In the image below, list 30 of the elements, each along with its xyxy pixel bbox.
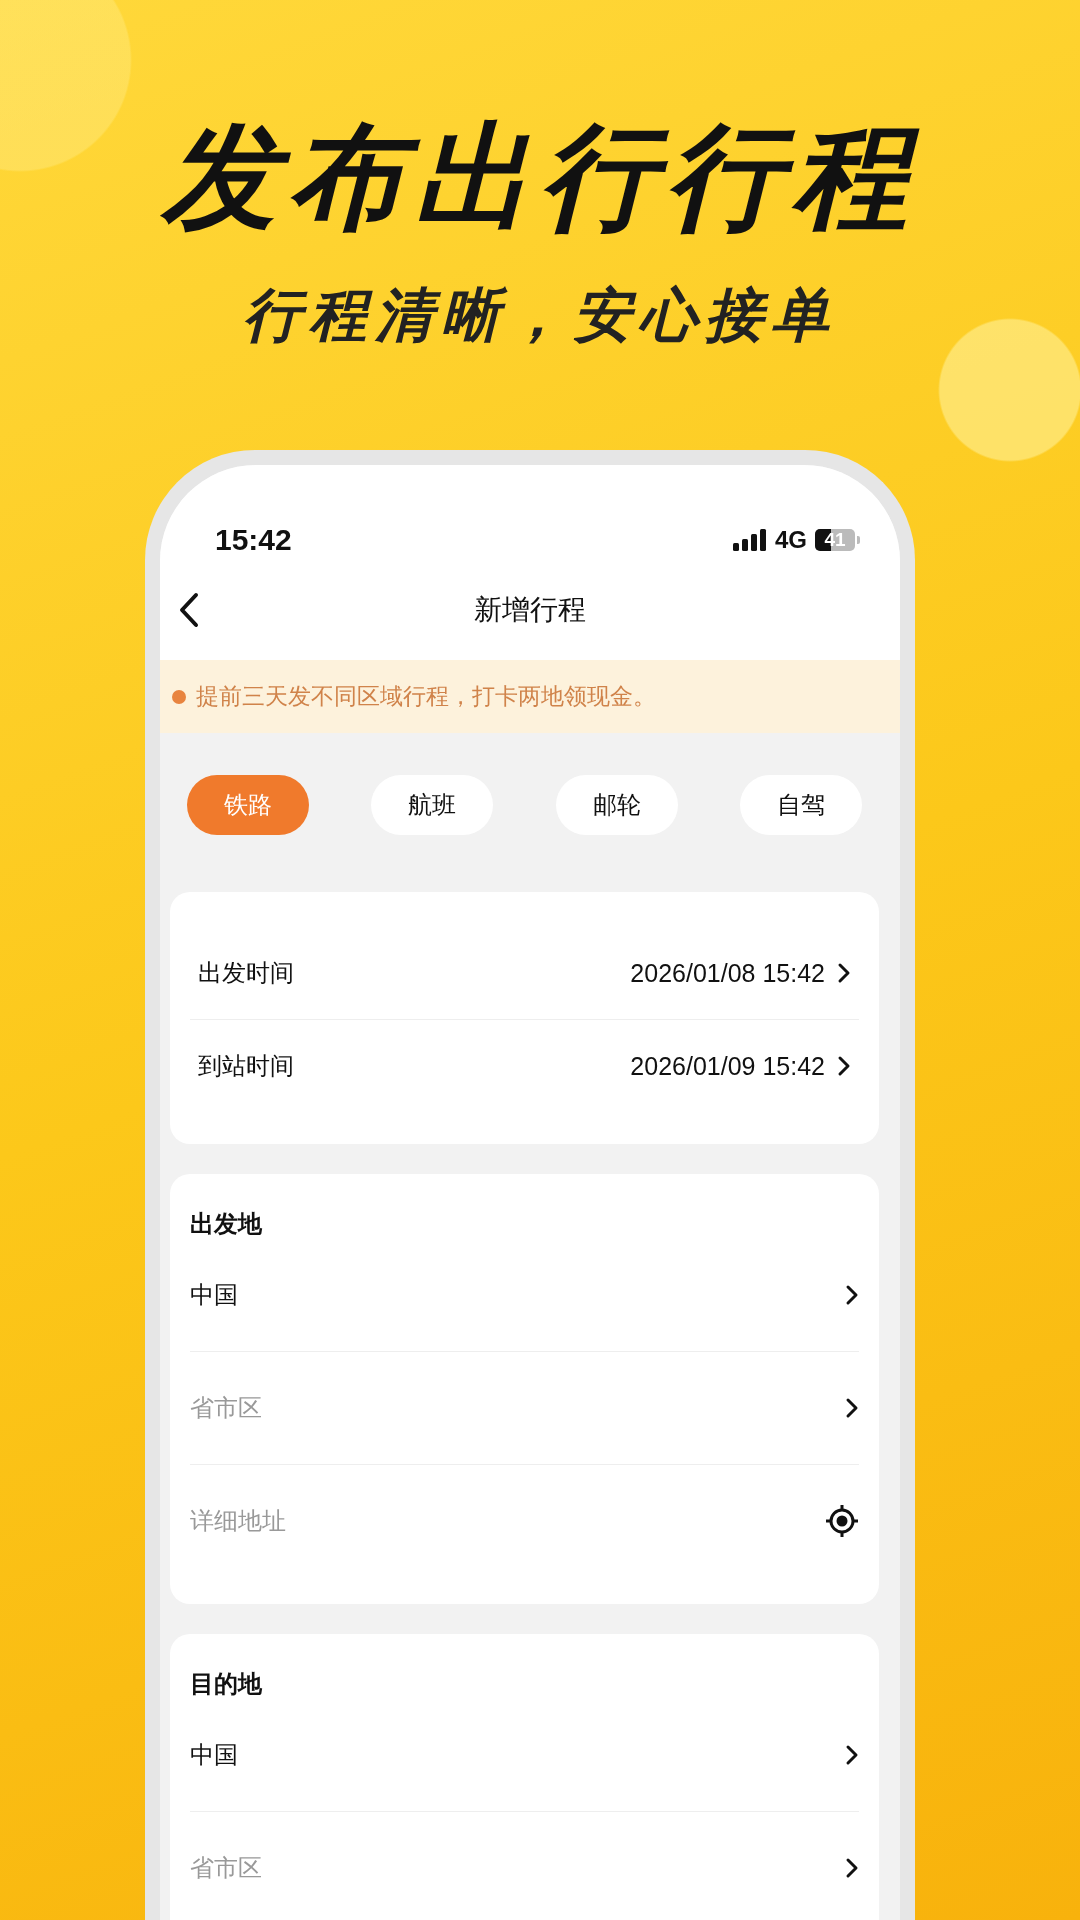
chevron-icon [845, 1857, 859, 1879]
time-value[interactable]: 2026/01/08 15:42 [630, 958, 825, 988]
transport-tab[interactable]: 邮轮 [555, 775, 678, 835]
transport-tab[interactable]: 航班 [371, 775, 494, 835]
notice-text: 提前三天发不同区域行程，打卡两地领现金。 [196, 682, 656, 711]
headline: 发布出行行程 [162, 118, 918, 236]
row-label: 出发时间 [198, 958, 294, 988]
page-title: 新增行程 [474, 593, 586, 627]
input-field[interactable]: 中国 [190, 1741, 490, 1769]
input-field[interactable]: 详细地址 [190, 1507, 490, 1535]
time-value[interactable]: 2026/01/09 15:42 [630, 1051, 825, 1081]
locate-icon[interactable] [825, 1504, 859, 1538]
chevron-icon [837, 1055, 851, 1077]
input-field[interactable]: 省市区 [190, 1854, 490, 1882]
chevron-icon [845, 1397, 859, 1419]
chevron-icon [845, 1744, 859, 1766]
signal-icon [733, 529, 767, 551]
back-icon[interactable] [178, 592, 200, 628]
chevron-icon [845, 1284, 859, 1306]
section-title: 目的地 [190, 1669, 263, 1699]
notice-dot [172, 689, 186, 704]
row-label: 到站时间 [198, 1051, 294, 1081]
section-title: 出发地 [190, 1209, 263, 1239]
status-time: 15:42 [215, 523, 292, 557]
input-field[interactable]: 省市区 [190, 1394, 490, 1422]
transport-tab[interactable]: 自驾 [740, 775, 862, 835]
input-field[interactable]: 中国 [190, 1281, 490, 1309]
network-label: 4G [775, 526, 807, 554]
chevron-icon [837, 962, 851, 984]
subheadline: 行程清晰，安心接单 [243, 284, 837, 346]
